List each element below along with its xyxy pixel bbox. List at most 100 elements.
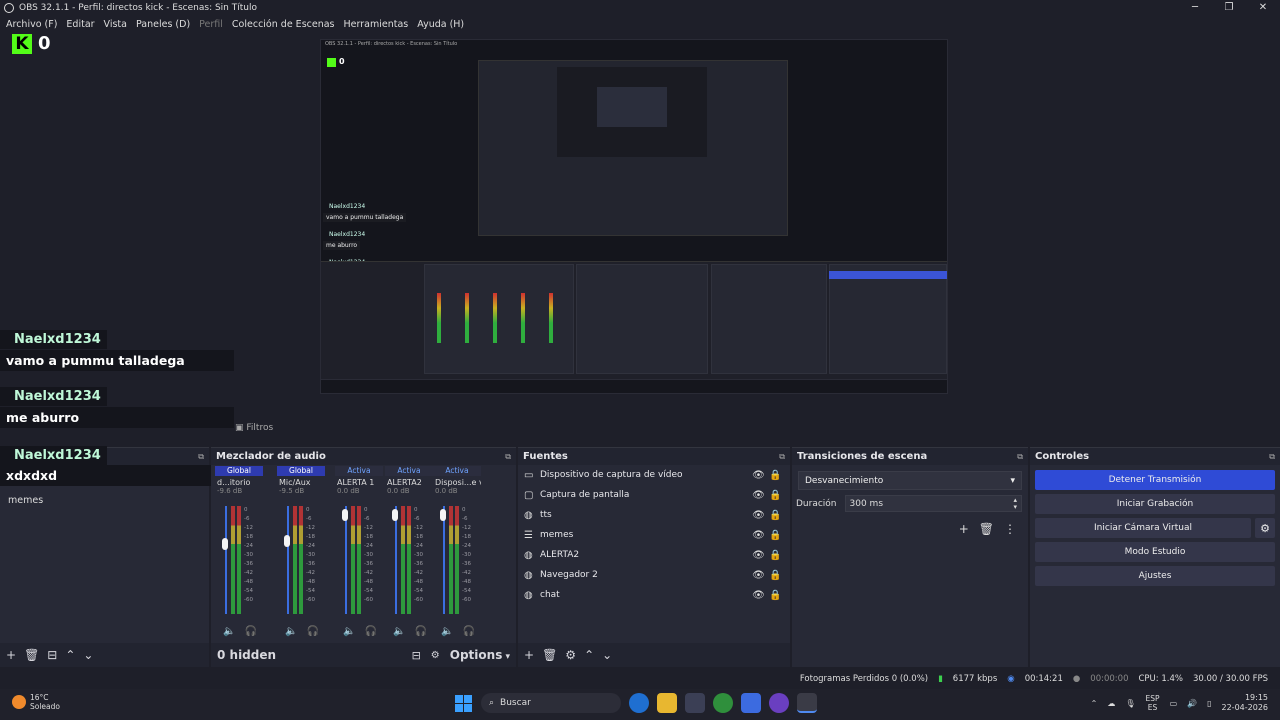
settings-button[interactable]: Ajustes xyxy=(1035,566,1275,586)
source-item[interactable]: ◍ Navegador 2 👁 🔒 xyxy=(518,565,790,585)
undock-icon[interactable]: ⧉ xyxy=(1269,452,1275,462)
remove-scene-button[interactable]: 🗑 xyxy=(24,648,39,662)
stop-stream-button[interactable]: Detener Transmisión xyxy=(1035,470,1275,490)
menu-scene-collection[interactable]: Colección de Escenas xyxy=(232,19,335,30)
move-down-button[interactable]: ⌄ xyxy=(602,648,612,662)
windows-start-icon[interactable] xyxy=(453,693,473,713)
app-icon[interactable] xyxy=(741,693,761,713)
language-indicator[interactable]: ESP ES xyxy=(1146,694,1160,712)
menu-tools[interactable]: Herramientas xyxy=(344,19,409,30)
visibility-eye-icon[interactable]: 👁 xyxy=(750,490,767,501)
menu-profile[interactable]: Perfil xyxy=(199,19,223,30)
menu-view[interactable]: Vista xyxy=(104,19,127,30)
transition-select[interactable]: Desvanecimiento ▾ xyxy=(798,471,1022,490)
move-up-button[interactable]: ⌃ xyxy=(65,648,75,662)
display-icon[interactable]: ▭ xyxy=(1170,699,1178,708)
volume-slider-track[interactable] xyxy=(443,506,445,614)
menu-docks[interactable]: Paneles (D) xyxy=(136,19,190,30)
battery-icon[interactable]: ▯ xyxy=(1207,699,1211,708)
clock[interactable]: 19:15 22-04-2026 xyxy=(1222,693,1269,713)
visibility-eye-icon[interactable]: 👁 xyxy=(750,470,767,481)
headphones-icon[interactable]: 🎧 xyxy=(364,626,376,637)
spin-arrows-icon[interactable]: ▴ ▾ xyxy=(1013,496,1017,511)
obs-taskbar-icon[interactable] xyxy=(797,693,817,713)
add-source-button[interactable]: + xyxy=(524,648,534,662)
discord-icon[interactable] xyxy=(769,693,789,713)
minimize-button[interactable]: ─ xyxy=(1178,0,1212,16)
scene-filters-button[interactable]: ⊟ xyxy=(47,648,57,662)
lock-icon[interactable]: 🔒 xyxy=(767,490,784,501)
undock-icon[interactable]: ⧉ xyxy=(779,452,785,462)
volume-slider-track[interactable] xyxy=(287,506,289,614)
lock-icon[interactable]: 🔒 xyxy=(767,470,784,481)
edge-browser-icon[interactable] xyxy=(629,693,649,713)
speaker-icon[interactable]: 🔈 xyxy=(223,626,235,637)
mixer-channel-name[interactable]: ALERTA 1 xyxy=(335,476,383,487)
volume-slider-track[interactable] xyxy=(395,506,397,614)
speaker-icon[interactable]: 🔈 xyxy=(343,626,355,637)
visibility-eye-icon[interactable]: 👁 xyxy=(750,550,767,561)
remove-source-button[interactable]: 🗑 xyxy=(542,648,557,662)
store-icon[interactable] xyxy=(685,693,705,713)
volume-slider-handle[interactable] xyxy=(342,509,348,521)
volume-slider-track[interactable] xyxy=(225,506,227,614)
visibility-eye-icon[interactable]: 👁 xyxy=(750,510,767,521)
studio-mode-button[interactable]: Modo Estudio xyxy=(1035,542,1275,562)
maximize-button[interactable]: ❐ xyxy=(1212,0,1246,16)
speaker-icon[interactable]: 🔈 xyxy=(285,626,297,637)
volume-icon[interactable]: 🔊 xyxy=(1187,699,1197,708)
taskbar-search[interactable]: ⌕ Buscar xyxy=(481,693,621,713)
volume-slider-track[interactable] xyxy=(345,506,347,614)
mixer-channel-name[interactable]: Mic/Aux xyxy=(277,476,325,487)
source-item[interactable]: ◍ ALERTA2 👁 🔒 xyxy=(518,545,790,565)
file-explorer-icon[interactable] xyxy=(657,693,677,713)
microphone-icon[interactable]: 🎙 xyxy=(1125,699,1135,708)
remove-transition-button[interactable]: 🗑 xyxy=(979,522,994,536)
scene-item[interactable]: memes xyxy=(8,493,201,508)
move-up-button[interactable]: ⌃ xyxy=(584,648,594,662)
mixer-channel-name[interactable]: Disposi...e video xyxy=(433,476,481,487)
menu-help[interactable]: Ayuda (H) xyxy=(417,19,464,30)
lock-icon[interactable]: 🔒 xyxy=(767,530,784,541)
headphones-icon[interactable]: 🎧 xyxy=(244,626,256,637)
add-scene-button[interactable]: + xyxy=(6,648,16,662)
undock-icon[interactable]: ⧉ xyxy=(1017,452,1023,462)
source-item[interactable]: ▢ Captura de pantalla 👁 🔒 xyxy=(518,485,790,505)
network-icon[interactable]: ☁ xyxy=(1107,699,1115,708)
headphones-icon[interactable]: 🎧 xyxy=(306,626,318,637)
speaker-icon[interactable]: 🔈 xyxy=(441,626,453,637)
close-button[interactable]: ✕ xyxy=(1246,0,1280,16)
virtualcam-settings-gear-icon[interactable]: ⚙ xyxy=(1255,518,1275,538)
weather-widget[interactable]: 16°C Soleado xyxy=(12,693,60,711)
mixer-channel-name[interactable]: d...itorio xyxy=(215,476,263,487)
visibility-eye-icon[interactable]: 👁 xyxy=(750,590,767,601)
volume-slider-handle[interactable] xyxy=(392,509,398,521)
add-transition-button[interactable]: + xyxy=(959,522,969,536)
source-item[interactable]: ◍ chat 👁 🔒 xyxy=(518,585,790,605)
volume-slider-handle[interactable] xyxy=(222,538,228,550)
headphones-icon[interactable]: 🎧 xyxy=(462,626,474,637)
volume-slider-handle[interactable] xyxy=(440,509,446,521)
speaker-icon[interactable]: 🔈 xyxy=(393,626,405,637)
source-item[interactable]: ▭ Dispositivo de captura de vídeo 👁 🔒 xyxy=(518,465,790,485)
move-down-button[interactable]: ⌄ xyxy=(83,648,93,662)
mixer-channel-name[interactable]: ALERTA2 xyxy=(385,476,433,487)
visibility-eye-icon[interactable]: 👁 xyxy=(750,530,767,541)
start-virtual-camera-button[interactable]: Iniciar Cámara Virtual xyxy=(1035,518,1251,538)
preview-canvas[interactable]: K 0 OBS 32.1.1 - Perfil: directos kick -… xyxy=(0,33,1280,445)
source-item[interactable]: ☰ memes 👁 🔒 xyxy=(518,525,790,545)
undock-icon[interactable]: ⧉ xyxy=(198,452,204,462)
menu-edit[interactable]: Editar xyxy=(66,19,94,30)
filters-button[interactable]: ▣ Filtros xyxy=(235,423,273,433)
transition-menu-button[interactable]: ⋮ xyxy=(1004,522,1016,536)
source-item[interactable]: ◍ tts 👁 🔒 xyxy=(518,505,790,525)
mixer-settings-icon[interactable]: ⚙ xyxy=(431,650,440,661)
source-properties-button[interactable]: ⚙ xyxy=(565,648,576,662)
duration-spinbox[interactable]: 300 ms ▴ ▾ xyxy=(844,495,1022,512)
visibility-eye-icon[interactable]: 👁 xyxy=(750,570,767,581)
chrome-icon[interactable] xyxy=(713,693,733,713)
lock-icon[interactable]: 🔒 xyxy=(767,550,784,561)
tray-overflow-icon[interactable]: ⌃ xyxy=(1091,699,1098,708)
lock-icon[interactable]: 🔒 xyxy=(767,570,784,581)
menu-file[interactable]: Archivo (F) xyxy=(6,19,57,30)
